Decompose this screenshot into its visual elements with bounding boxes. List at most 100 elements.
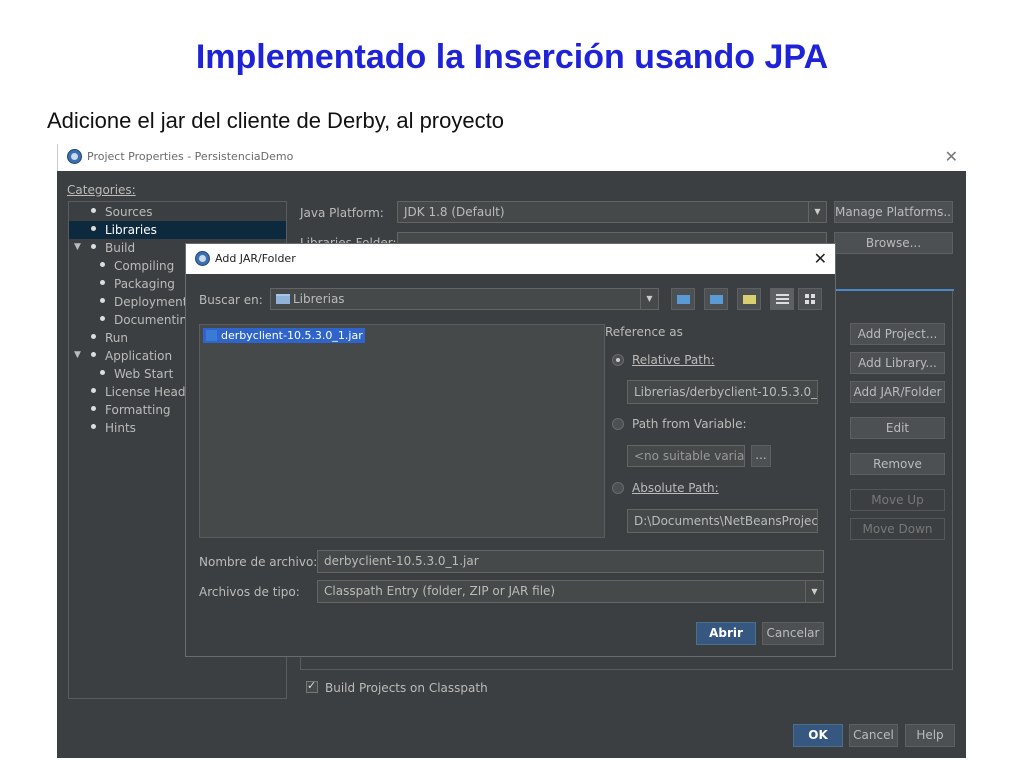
category-label: Libraries [105, 223, 157, 237]
variable-browse-button[interactable]: ... [751, 445, 771, 467]
slide-title: Implementado la Inserción usando JPA [195, 38, 829, 76]
category-license-headers[interactable]: License Head [91, 383, 185, 401]
chevron-down-icon: ▼ [805, 581, 823, 602]
java-platform-value: JDK 1.8 (Default) [404, 205, 505, 219]
categories-label: Categories: [67, 183, 136, 197]
file-type-select[interactable]: Classpath Entry (folder, ZIP or JAR file… [317, 580, 824, 603]
bullet-icon [91, 352, 96, 357]
bullet-icon [100, 280, 105, 285]
details-view-button[interactable] [798, 288, 822, 310]
java-platform-label: Java Platform: [300, 206, 384, 220]
list-view-button[interactable] [770, 288, 794, 310]
category-application[interactable]: Application [91, 347, 172, 365]
category-build[interactable]: Build [91, 239, 135, 257]
home-button[interactable] [704, 288, 728, 310]
new-folder-button[interactable] [737, 288, 761, 310]
folder-icon [276, 294, 290, 304]
absolute-path-field[interactable]: D:\Documents\NetBeansProjects [627, 509, 818, 533]
variable-field[interactable]: <no suitable variab [627, 445, 745, 467]
category-label: Build [105, 241, 136, 255]
expand-triangle-icon[interactable]: ▼ [74, 350, 81, 360]
file-type-value: Classpath Entry (folder, ZIP or JAR file… [324, 584, 556, 598]
absolute-path-radio[interactable] [612, 482, 624, 494]
reference-as-label: Reference as [605, 325, 683, 339]
move-up-button[interactable]: Move Up [850, 489, 945, 511]
chevron-down-icon: ▼ [640, 289, 658, 309]
category-label: Compiling [114, 259, 175, 273]
category-label: Documentin [114, 313, 188, 327]
add-jar-folder-dialog: Add JAR/Folder ✕ Buscar en: Librerias ▼ … [185, 243, 836, 657]
project-properties-titlebar: Project Properties - PersistenciaDemo ✕ [57, 144, 966, 171]
category-libraries[interactable]: Libraries [69, 221, 286, 239]
chevron-down-icon: ▼ [808, 202, 826, 222]
file-list[interactable]: derbyclient-10.5.3.0_1.jar [199, 324, 605, 538]
add-jar-titlebar: Add JAR/Folder ✕ [186, 244, 835, 274]
bullet-icon [91, 424, 96, 429]
file-name-label: Nombre de archivo: [199, 555, 318, 569]
category-label: Deployment [114, 295, 188, 309]
add-jar-folder-button[interactable]: Add JAR/Folder [850, 381, 945, 403]
bullet-icon [91, 208, 96, 213]
help-button[interactable]: Help [905, 724, 955, 747]
bullet-icon [91, 226, 96, 231]
details-view-icon [805, 294, 809, 298]
close-icon[interactable]: ✕ [945, 147, 958, 166]
category-label: Packaging [114, 277, 175, 291]
move-down-button[interactable]: Move Down [850, 518, 945, 540]
ok-button[interactable]: OK [793, 724, 843, 747]
expand-triangle-icon[interactable]: ▼ [74, 242, 81, 252]
netbeans-window-icon [195, 251, 210, 266]
browse-button[interactable]: Browse... [834, 232, 953, 254]
bullet-icon [100, 370, 105, 375]
add-project-button[interactable]: Add Project... [850, 323, 945, 345]
look-in-value: Librerias [293, 292, 345, 306]
bullet-icon [91, 334, 96, 339]
up-one-level-button[interactable] [671, 288, 695, 310]
add-library-button[interactable]: Add Library... [850, 352, 945, 374]
relative-path-label: Relative Path: [632, 353, 715, 367]
category-formatting[interactable]: Formatting [91, 401, 171, 419]
category-deployment[interactable]: Deployment [100, 293, 187, 311]
relative-path-radio[interactable] [612, 354, 624, 366]
category-web-start[interactable]: Web Start [100, 365, 173, 383]
cancel-button[interactable]: Cancel [849, 724, 898, 747]
category-label: Sources [105, 205, 153, 219]
path-from-variable-radio[interactable] [612, 418, 624, 430]
bullet-icon [91, 406, 96, 411]
bullet-icon [100, 262, 105, 267]
category-hints[interactable]: Hints [91, 419, 136, 437]
category-label: License Head [105, 385, 186, 399]
close-icon[interactable]: ✕ [814, 249, 827, 268]
project-properties-title: Project Properties - PersistenciaDemo [87, 150, 294, 163]
open-button[interactable]: Abrir [696, 622, 756, 645]
build-projects-checkbox[interactable] [306, 679, 318, 693]
up-folder-icon [677, 295, 690, 304]
manage-platforms-button[interactable]: Manage Platforms... [834, 201, 953, 223]
java-platform-select[interactable]: JDK 1.8 (Default) ▼ [397, 201, 827, 223]
category-label: Hints [105, 421, 136, 435]
netbeans-window-icon [67, 149, 82, 164]
add-jar-title: Add JAR/Folder [215, 252, 296, 265]
remove-button[interactable]: Remove [850, 453, 945, 475]
category-label: Web Start [114, 367, 174, 381]
absolute-path-label: Absolute Path: [632, 481, 719, 495]
dialog-cancel-button[interactable]: Cancelar [762, 622, 824, 645]
category-label: Application [105, 349, 173, 363]
file-name-input[interactable]: derbyclient-10.5.3.0_1.jar [317, 550, 824, 573]
category-packaging[interactable]: Packaging [100, 275, 175, 293]
file-type-label: Archivos de tipo: [199, 585, 300, 599]
category-sources[interactable]: Sources [91, 203, 286, 221]
category-compiling[interactable]: Compiling [100, 257, 174, 275]
category-run[interactable]: Run [91, 329, 128, 347]
relative-path-field[interactable]: Librerias/derbyclient-10.5.3.0_1.j [627, 380, 818, 404]
look-in-select[interactable]: Librerias ▼ [270, 288, 659, 310]
bullet-icon [100, 298, 105, 303]
category-label: Formatting [105, 403, 171, 417]
category-label: Run [105, 331, 129, 345]
slide-subtitle: Adicione el jar del cliente de Derby, al… [47, 108, 504, 133]
build-projects-label: Build Projects on Classpath [325, 681, 488, 695]
file-item[interactable]: derbyclient-10.5.3.0_1.jar [203, 328, 365, 343]
edit-button[interactable]: Edit [850, 417, 945, 439]
bullet-icon [91, 388, 96, 393]
category-documenting[interactable]: Documentin [100, 311, 187, 329]
